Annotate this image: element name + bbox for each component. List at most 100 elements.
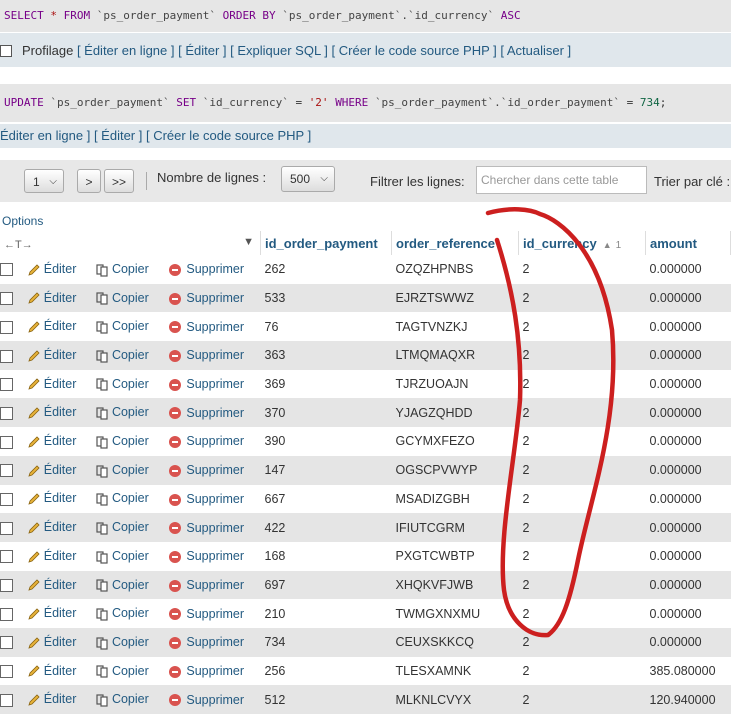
edit-button[interactable]: Éditer [27,578,76,592]
row-checkbox[interactable] [0,693,13,707]
edit-button[interactable]: Éditer [27,405,76,419]
id-currency-cell[interactable]: 2 [518,255,646,284]
order-reference-cell[interactable]: TJRZUOAJN [391,369,519,399]
amount-cell[interactable]: 385.080000 [645,656,731,686]
copy-button[interactable]: Copier [95,692,149,707]
edit-button[interactable]: Éditer [27,520,76,534]
amount-cell[interactable]: 0.000000 [645,627,731,657]
delete-button[interactable]: Supprimer [169,463,244,477]
order-reference-cell[interactable]: LTMQMAQXR [391,341,519,370]
edit-button[interactable]: Éditer [27,291,76,305]
id-order-payment-cell[interactable]: 147 [260,455,392,485]
id-order-payment-cell[interactable]: 390 [260,427,392,456]
next-page-button[interactable]: > [77,169,101,193]
id-currency-cell[interactable]: 2 [518,627,646,657]
rows-count-select[interactable]: 500 ⌵ [281,166,335,192]
copy-button[interactable]: Copier [95,434,149,449]
delete-button[interactable]: Supprimer [169,348,244,362]
row-checkbox[interactable] [0,349,13,363]
column-header-order-reference[interactable]: order_reference [391,231,519,255]
id-currency-cell[interactable]: 2 [518,369,646,399]
copy-button[interactable]: Copier [95,405,149,420]
row-checkbox[interactable] [0,378,13,392]
amount-cell[interactable]: 0.000000 [645,541,731,571]
id-currency-cell[interactable]: 2 [518,341,646,370]
delete-button[interactable]: Supprimer [169,434,244,448]
order-reference-cell[interactable]: TAGTVNZKJ [391,312,519,342]
id-order-payment-cell[interactable]: 422 [260,513,392,542]
delete-button[interactable]: Supprimer [169,291,244,305]
row-checkbox[interactable] [0,263,13,277]
id-order-payment-cell[interactable]: 168 [260,541,392,571]
copy-button[interactable]: Copier [95,348,149,363]
delete-button[interactable]: Supprimer [169,377,244,391]
edit-button[interactable]: Éditer [27,377,76,391]
amount-cell[interactable]: 0.000000 [645,484,731,514]
column-resize-arrows-icon[interactable]: ←T→ [4,239,33,251]
order-reference-cell[interactable]: IFIUTCGRM [391,513,519,542]
row-checkbox[interactable] [0,607,13,621]
row-checkbox[interactable] [0,492,13,506]
edit-button[interactable]: Éditer [27,491,76,505]
order-reference-cell[interactable]: PXGTCWBTP [391,541,519,571]
amount-cell[interactable]: 0.000000 [645,283,731,313]
column-header-amount[interactable]: amount [645,231,731,255]
amount-cell[interactable]: 0.000000 [645,398,731,428]
edit-button[interactable]: Éditer [27,319,76,333]
copy-button[interactable]: Copier [95,549,149,564]
amount-cell[interactable]: 0.000000 [645,513,731,542]
profiling-label[interactable]: Profilage [22,43,73,58]
order-reference-cell[interactable]: CEUXSKKCQ [391,627,519,657]
id-currency-cell[interactable]: 2 [518,283,646,313]
copy-button[interactable]: Copier [95,664,149,678]
id-order-payment-cell[interactable]: 533 [260,283,392,313]
edit-button[interactable]: Éditer [27,606,76,620]
row-checkbox[interactable] [0,406,13,420]
id-currency-cell[interactable]: 2 [518,513,646,542]
delete-button[interactable]: Supprimer [169,607,244,621]
edit-button[interactable]: Éditer [27,635,76,649]
edit-button[interactable]: Éditer [27,434,76,448]
id-currency-cell[interactable]: 2 [518,427,646,456]
copy-button[interactable]: Copier [95,578,149,592]
order-reference-cell[interactable]: OGSCPVWYP [391,455,519,485]
order-reference-cell[interactable]: MSADIZGBH [391,484,519,514]
id-order-payment-cell[interactable]: 370 [260,398,392,428]
id-order-payment-cell[interactable]: 697 [260,570,392,600]
edit-button[interactable]: Éditer [27,692,76,706]
id-order-payment-cell[interactable]: 210 [260,599,392,628]
id-currency-cell[interactable]: 2 [518,570,646,600]
amount-cell[interactable]: 0.000000 [645,341,731,370]
amount-cell[interactable]: 0.000000 [645,369,731,399]
id-currency-cell[interactable]: 2 [518,541,646,571]
column-dropdown-icon[interactable]: ▼ [243,236,254,248]
id-order-payment-cell[interactable]: 667 [260,484,392,514]
id-order-payment-cell[interactable]: 256 [260,656,392,686]
delete-button[interactable]: Supprimer [169,492,244,506]
amount-cell[interactable]: 0.000000 [645,427,731,456]
order-reference-cell[interactable]: GCYMXFEZO [391,427,519,456]
id-currency-cell[interactable]: 2 [518,312,646,342]
delete-button[interactable]: Supprimer [169,635,244,649]
id-order-payment-cell[interactable]: 512 [260,685,392,714]
profiling-checkbox[interactable] [0,45,12,57]
query-action-links[interactable]: [ Éditer en ligne ] [ Éditer ] [ Expliqu… [77,43,571,58]
filter-rows-input[interactable]: Chercher dans cette table [476,166,647,194]
id-order-payment-cell[interactable]: 76 [260,312,392,342]
order-reference-cell[interactable]: XHQKVFJWB [391,570,519,600]
amount-cell[interactable]: 0.000000 [645,312,731,342]
copy-button[interactable]: Copier [95,463,149,478]
copy-button[interactable]: Copier [95,606,149,621]
row-checkbox[interactable] [0,521,13,535]
delete-button[interactable]: Supprimer [169,262,244,276]
order-reference-cell[interactable]: TLESXAMNK [391,656,519,686]
copy-button[interactable]: Copier [95,291,149,305]
id-currency-cell[interactable]: 2 [518,484,646,514]
id-currency-cell[interactable]: 2 [518,599,646,628]
row-checkbox[interactable] [0,435,13,449]
order-reference-cell[interactable]: YJAGZQHDD [391,398,519,428]
copy-button[interactable]: Copier [95,635,149,650]
edit-button[interactable]: Éditer [27,549,76,563]
row-checkbox[interactable] [0,464,13,478]
amount-cell[interactable]: 0.000000 [645,570,731,600]
